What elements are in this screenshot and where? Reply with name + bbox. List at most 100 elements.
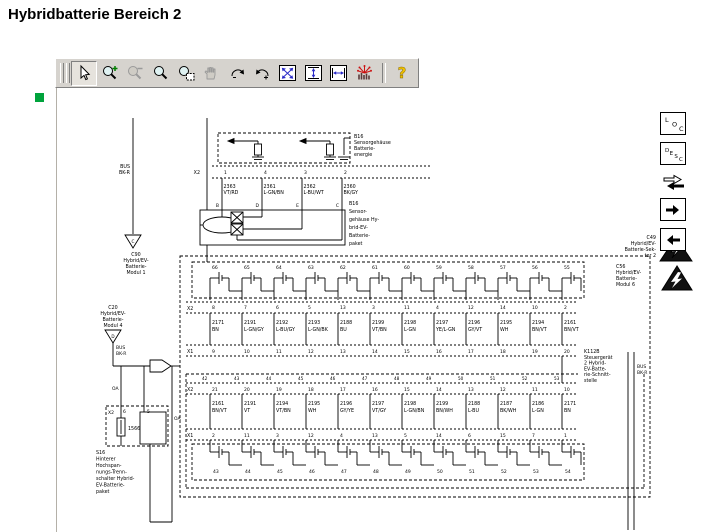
- pin-number: 3: [304, 170, 307, 176]
- cell-pin: 63: [308, 265, 314, 271]
- wire-id: 2187: [500, 401, 512, 407]
- swap-arrows-icon: [660, 172, 688, 193]
- pin-number: 9: [212, 349, 215, 355]
- ground-letter: C: [132, 239, 135, 244]
- wire-id: 2196: [468, 320, 480, 326]
- wire-id: 2193: [308, 320, 320, 326]
- description-button[interactable]: DESC: [660, 142, 686, 165]
- ground-letter: D: [111, 334, 114, 339]
- pin-number: 14: [436, 433, 442, 439]
- component-label: EV-Batte-: [584, 366, 607, 372]
- previous-button[interactable]: [660, 228, 686, 251]
- pin-number: 15: [404, 387, 410, 393]
- cell-pin: 45: [298, 376, 304, 381]
- cell-pin: 48: [373, 469, 379, 475]
- wire-id: 2199: [372, 320, 384, 326]
- component-label: Hinterer: [96, 457, 116, 463]
- component-label: rie-Schnitt-: [584, 372, 611, 378]
- component-label: Hybrid/EV-: [123, 258, 148, 264]
- component-label: 2 Hybrid-: [584, 361, 606, 367]
- wire-color: GY/VT: [468, 327, 482, 333]
- component-label: nungs-Trenn-: [96, 470, 127, 476]
- wire-id: 2363: [224, 184, 236, 190]
- cell-pin: 51: [469, 469, 475, 475]
- component-label: B16: [349, 201, 358, 207]
- component-label: Hybrid/EV-: [616, 270, 641, 276]
- component-label: Sensorgehäuse: [354, 140, 391, 146]
- component-label: Steuergerät: [584, 355, 613, 361]
- component-label: C90: [131, 252, 140, 258]
- cell-pin: 48: [394, 376, 400, 381]
- component-label: energie: [354, 152, 372, 158]
- component-label: Modul 4: [103, 323, 122, 329]
- wire-id: 2199: [436, 401, 448, 407]
- pin-number: 3: [372, 305, 375, 311]
- connector-label: X2: [108, 410, 114, 416]
- wire-label: BK-R: [637, 370, 647, 376]
- next-button[interactable]: [660, 198, 686, 221]
- wire-id: 2197: [436, 320, 448, 326]
- pin-number: 12: [468, 305, 474, 311]
- wire-color: GY/YE: [340, 408, 354, 414]
- cell-pin: 46: [309, 469, 315, 475]
- pin-number: 11: [404, 305, 410, 311]
- pin-letter: D: [256, 203, 260, 209]
- location-button[interactable]: LOC: [660, 112, 686, 135]
- wire-color: VT: [244, 408, 250, 414]
- component-label: K112B: [584, 349, 600, 355]
- pin-number: 1: [564, 433, 567, 439]
- wire-color: L-BU/GY: [276, 327, 295, 333]
- cell-pin: 58: [468, 265, 474, 271]
- component-label: C20: [108, 305, 117, 311]
- cell-pin: 60: [404, 265, 410, 271]
- wire-color: VT/RD: [224, 190, 239, 196]
- svg-text:C: C: [679, 157, 683, 163]
- pin-number: 2: [344, 170, 347, 176]
- wire-id: 2188: [340, 320, 352, 326]
- wire-id: 2188: [468, 401, 480, 407]
- cell-pin: 52: [522, 376, 528, 381]
- wire-id: 2195: [500, 320, 512, 326]
- sensor-housing-box: B16Sensor-gehäuse Hy-brid-EV-Batterie-pa…: [200, 201, 379, 247]
- cell-pin: 51: [490, 376, 496, 381]
- pin-number: 18: [308, 387, 314, 393]
- pin-number: 4: [340, 433, 343, 439]
- svg-text:O: O: [672, 121, 677, 129]
- pin-letter: E: [296, 203, 299, 209]
- pin-number: 2: [212, 433, 215, 439]
- pin-number: 4: [436, 305, 439, 311]
- cell-pin: 50: [458, 376, 464, 381]
- component-label: Batterie-: [349, 233, 370, 239]
- pin-number: 21: [212, 387, 218, 393]
- pin-number: 15: [500, 433, 506, 439]
- splice-label: OA: [112, 386, 119, 392]
- wire-id: 2171: [564, 401, 576, 407]
- pin-number: 7: [244, 305, 247, 311]
- wire-color: YE/L-GN: [435, 327, 456, 333]
- cell-pin: 45: [277, 469, 283, 475]
- wire-color: L-GN/BN: [404, 408, 425, 414]
- pin-number: 11: [276, 349, 282, 355]
- wire-label: BUS: [120, 164, 130, 170]
- wire-color: BN/WH: [436, 408, 453, 414]
- s16-disconnect: X2651566S16HintererHochspan-nungs-Trenn-…: [96, 366, 181, 522]
- wire-id: 2161: [564, 320, 576, 326]
- wire-id: 2191: [244, 320, 256, 326]
- cell-pin: 47: [341, 469, 347, 475]
- cell-pin: 56: [532, 265, 538, 271]
- wire-id: 2171: [212, 320, 224, 326]
- wire-id: 2194: [276, 401, 288, 407]
- cell-pin: 42: [202, 376, 208, 381]
- cell-pin: 43: [234, 376, 240, 381]
- wire-label: BUS: [637, 364, 646, 370]
- pin-number: 3: [276, 433, 279, 439]
- cell-pin: 46: [330, 376, 336, 381]
- pin-number: 13: [468, 387, 474, 393]
- wire-color: BK/GY: [344, 190, 359, 196]
- pin-number: 12: [500, 387, 506, 393]
- component-label: Hybrid/EV-: [100, 311, 125, 317]
- cell-pin: 64: [276, 265, 282, 271]
- connector-label: X1: [187, 433, 193, 439]
- connector-label: X1: [187, 349, 193, 355]
- splice-label: OA: [174, 416, 181, 422]
